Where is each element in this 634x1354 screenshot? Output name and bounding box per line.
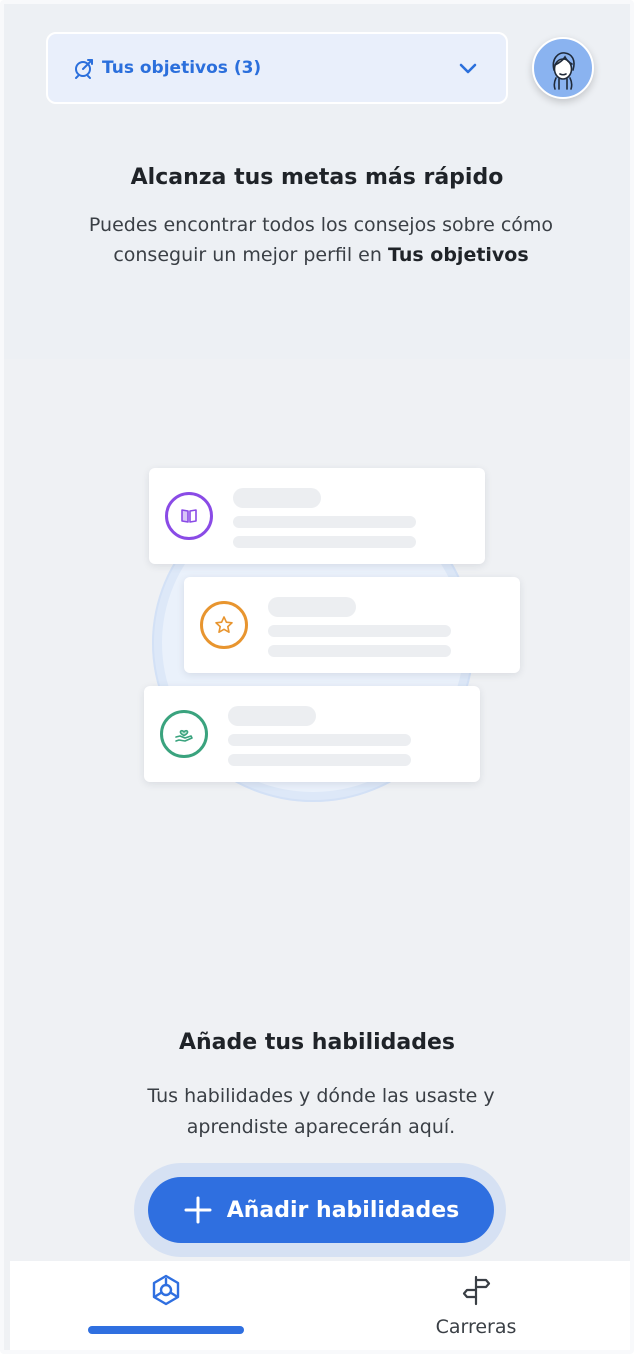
target-arrow-icon: [72, 56, 96, 80]
user-avatar-icon[interactable]: [532, 37, 594, 99]
chevron-down-icon: [456, 56, 480, 80]
nav-item-careers[interactable]: Carreras: [398, 1261, 554, 1350]
empty-state-illustration: [4, 359, 630, 859]
placeholder-card: [184, 577, 520, 673]
skills-title: Añade tus habilidades: [178, 1030, 456, 1055]
skills-text: Tus habilidades y dónde las usaste y apr…: [147, 1085, 495, 1138]
book-icon: [165, 492, 213, 540]
star-icon: [200, 601, 248, 649]
goals-dropdown-label: Tus objetivos (3): [102, 58, 262, 78]
intro-title: Alcanza tus metas más rápido: [130, 165, 504, 190]
plus-icon: [183, 1195, 213, 1225]
hub-icon: [149, 1273, 183, 1307]
intro-text: Puedes encontrar todos los consejos sobr…: [64, 210, 578, 270]
goals-dropdown[interactable]: Tus objetivos (3): [46, 32, 508, 104]
active-tab-indicator: [88, 1326, 244, 1334]
nav-item-label: Carreras: [435, 1316, 517, 1338]
placeholder-card: [149, 468, 485, 564]
add-skills-button[interactable]: Añadir habilidades: [148, 1177, 494, 1243]
nav-item-home[interactable]: [88, 1261, 244, 1350]
app-frame: Tus objetivos (3) Alcanza tus metas más …: [0, 0, 634, 1354]
bottom-nav: Carreras: [10, 1261, 630, 1350]
placeholder-card: [144, 686, 480, 782]
signpost-icon: [459, 1273, 493, 1307]
intro-text-bold: Tus objetivos: [387, 244, 529, 266]
add-skills-button-label: Añadir habilidades: [226, 1197, 460, 1223]
hand-heart-icon: [160, 710, 208, 758]
